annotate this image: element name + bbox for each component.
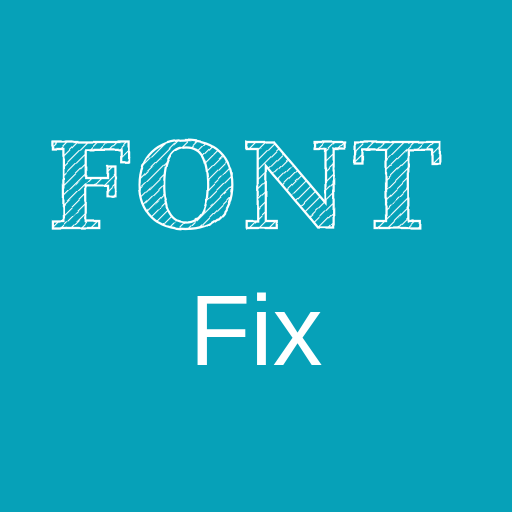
logo-text-outline: FONT <box>47 120 445 250</box>
font-logo-wordmark: FONT FONT <box>0 120 512 250</box>
subtitle-text: Fix <box>189 275 323 387</box>
app-icon: FONT FONT Fix <box>0 0 512 512</box>
font-logo-svg: FONT FONT <box>46 120 445 250</box>
